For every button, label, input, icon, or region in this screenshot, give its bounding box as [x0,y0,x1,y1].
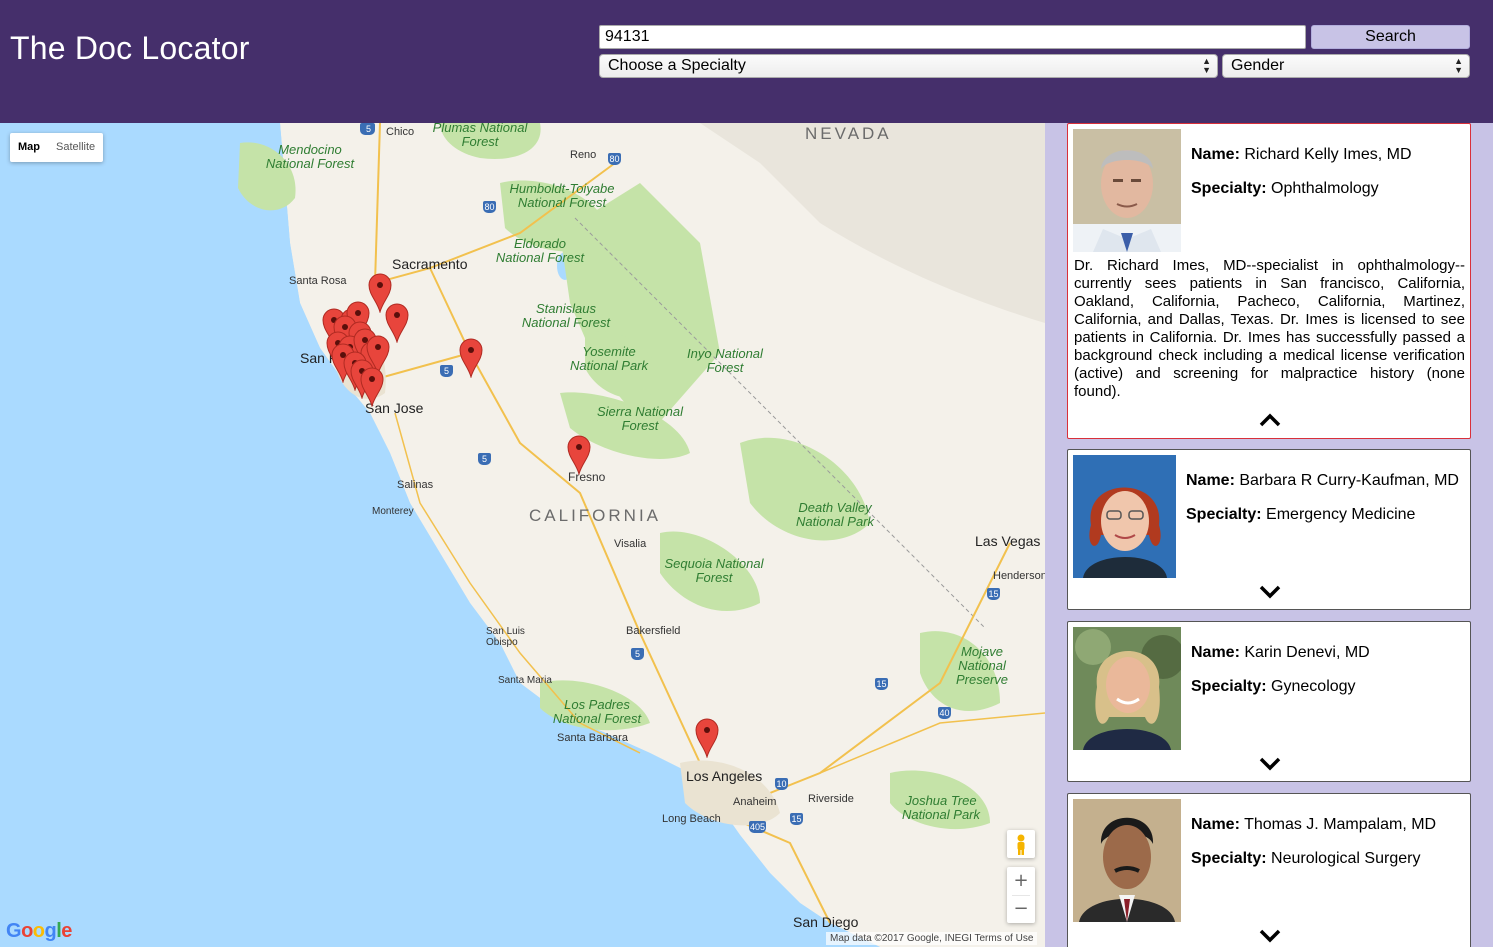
highway-shield-icon: 80 [608,153,621,165]
map-marker-icon[interactable] [459,338,483,378]
doctor-photo [1073,455,1176,578]
doctor-specialty: Specialty: Emergency Medicine [1186,506,1416,523]
doctor-name: Name: Barbara R Curry-Kaufman, MD [1186,472,1459,489]
street-view-pegman-icon[interactable] [1007,830,1035,858]
park-label: Stanislaus National Forest [521,301,611,330]
city-label: Las Vegas [975,533,1041,549]
city-label: Bakersfield [626,625,681,637]
map-attribution[interactable]: Map data ©2017 Google, INEGI Terms of Us… [826,932,1038,945]
city-label: Sacramento [392,256,468,272]
doctor-name: Name: Richard Kelly Imes, MD [1191,146,1412,163]
city-label: San Luis Obispo [486,626,525,648]
highway-shield-icon: 5 [631,648,644,660]
search-button[interactable]: Search [1311,25,1470,49]
park-label: Mojave National Preserve [955,644,1009,687]
specialty-select-value: Choose a Specialty [608,57,746,74]
city-label: Henderson [993,570,1045,582]
highway-shield-icon: 40 [938,707,951,719]
highway-shield-icon: 10 [775,778,788,790]
doctor-specialty: Specialty: Neurological Surgery [1191,850,1421,867]
gender-select[interactable]: Gender ▲ ▼ [1222,54,1470,78]
chevron-up-icon[interactable] [1258,412,1282,428]
doctor-name: Name: Karin Denevi, MD [1191,644,1370,661]
doctor-name: Name: Thomas J. Mampalam, MD [1191,816,1437,833]
highway-shield-icon: 80 [483,201,496,213]
doctor-bio: Dr. Richard Imes, MD--specialist in opht… [1074,257,1465,400]
city-label: Los Angeles [686,768,763,784]
chevron-down-icon[interactable] [1258,756,1282,772]
doctor-photo [1073,627,1181,750]
app-title: The Doc Locator [10,30,250,66]
highway-shield-icon: 405 [749,821,767,833]
map-type-control[interactable]: Map Satellite [10,133,104,162]
park-label: Mendocino National Forest [265,142,355,171]
highway-shield-icon: 15 [790,813,803,825]
highway-shield-icon: 15 [875,678,888,690]
doctor-card[interactable]: Name: Karin Denevi, MD Specialty: Gyneco… [1067,621,1471,782]
park-label: Plumas National Forest [432,123,528,149]
specialty-select[interactable]: Choose a Specialty ▲ ▼ [599,54,1218,78]
park-label: Eldorado National Forest [495,236,585,265]
park-label: Inyo National Forest [687,346,763,375]
park-label: Los Padres National Forest [552,697,642,726]
city-label: Chico [386,126,415,138]
map-canvas[interactable]: NEVADA CALIFORNIA Mendocino National For… [0,123,1045,947]
map-marker-icon[interactable] [360,367,384,407]
chevron-down-icon[interactable] [1258,928,1282,944]
zoom-control: + − [1007,867,1035,923]
park-label: Sierra National Forest [597,404,683,433]
doctor-card[interactable]: Name: Thomas J. Mampalam, MD Specialty: … [1067,793,1471,947]
zip-search-input[interactable] [599,25,1306,49]
highway-shield-icon: 5 [478,453,491,465]
park-label: Yosemite National Park [569,344,649,373]
city-label: Visalia [614,538,647,550]
gender-select-value: Gender [1231,57,1285,74]
doctor-specialty: Specialty: Ophthalmology [1191,180,1379,197]
doctor-card[interactable]: Name: Barbara R Curry-Kaufman, MD Specia… [1067,449,1471,610]
map-marker-icon[interactable] [695,718,719,758]
zoom-in-button[interactable]: + [1007,867,1035,895]
doctor-card[interactable]: Name: Richard Kelly Imes, MD Specialty: … [1067,123,1471,439]
city-label: Reno [570,149,597,161]
park-label: Death Valley National Park [795,500,875,529]
park-label: Joshua Tree National Park [901,793,981,822]
city-label: Santa Maria [498,675,552,686]
app-header: The Doc Locator Search Choose a Specialt… [0,0,1493,123]
select-arrows-icon: ▲ ▼ [1454,56,1463,75]
park-label: Humboldt-Toiyabe National Forest [509,181,615,210]
highway-shield-icon: 15 [987,588,1000,600]
state-label: NEVADA [805,124,892,143]
highway-shield-icon: 5 [440,365,453,377]
city-label: Long Beach [662,813,721,825]
map-type-satellite[interactable]: Satellite [48,133,103,162]
results-panel: Name: Richard Kelly Imes, MD Specialty: … [1045,123,1493,947]
city-label: Santa Rosa [289,275,347,287]
city-label: Anaheim [733,796,777,808]
chevron-down-icon[interactable] [1258,584,1282,600]
google-logo[interactable]: Google [6,920,72,943]
zoom-out-button[interactable]: − [1007,895,1035,923]
doctor-photo [1073,129,1181,252]
city-label: Santa Barbara [557,732,628,744]
city-label: San Diego [793,914,859,930]
city-label: Riverside [808,793,854,805]
city-label: Monterey [372,506,414,517]
map-marker-icon[interactable] [567,435,591,475]
select-arrows-icon: ▲ ▼ [1202,56,1211,75]
highway-shield-icon: 5 [362,123,375,135]
doctor-photo [1073,799,1181,922]
state-label: CALIFORNIA [529,506,662,525]
park-label: Sequoia National Forest [664,556,764,585]
map-type-map[interactable]: Map [10,133,48,162]
doctor-specialty: Specialty: Gynecology [1191,678,1356,695]
city-label: Salinas [397,479,434,491]
